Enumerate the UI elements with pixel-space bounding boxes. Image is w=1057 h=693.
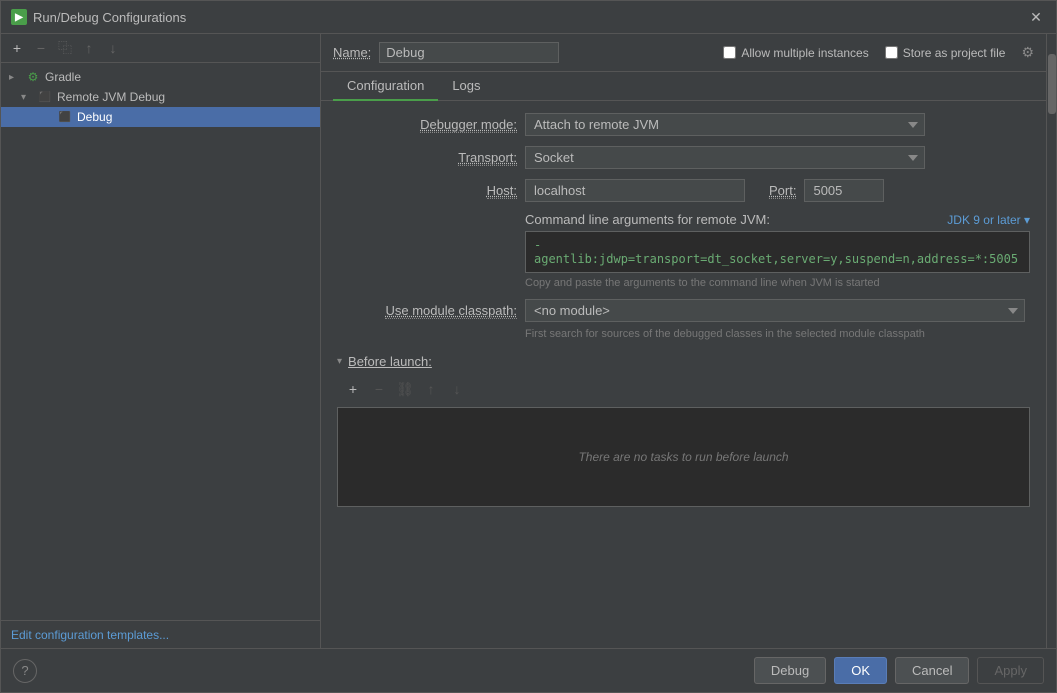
- allow-multiple-label: Allow multiple instances: [741, 46, 868, 60]
- host-input[interactable]: [525, 179, 745, 202]
- remove-config-button[interactable]: −: [31, 38, 51, 58]
- store-settings-icon[interactable]: ⚙: [1021, 44, 1034, 61]
- right-scrollbar[interactable]: [1046, 34, 1056, 648]
- allow-multiple-checkbox[interactable]: [723, 46, 736, 59]
- allow-multiple-option[interactable]: Allow multiple instances: [723, 46, 868, 60]
- module-classpath-hint: First search for sources of the debugged…: [525, 328, 1030, 340]
- tabs-bar: Configuration Logs: [321, 72, 1046, 101]
- app-icon: ▶: [11, 9, 27, 25]
- before-launch-down-button[interactable]: ↓: [447, 379, 467, 399]
- ok-button[interactable]: OK: [834, 657, 887, 684]
- transport-select[interactable]: Socket: [525, 146, 925, 169]
- move-down-button[interactable]: ↓: [103, 38, 123, 58]
- before-launch-add-button[interactable]: +: [343, 379, 363, 399]
- add-config-button[interactable]: +: [7, 38, 27, 58]
- sidebar-toolbar: + − ⿻ ↑ ↓: [1, 34, 320, 63]
- sidebar: + − ⿻ ↑ ↓ ▸ ⚙ Gradle ▾ ⬛ Remote JVM Debu…: [1, 34, 321, 648]
- before-launch-section: ▾ Before launch: + − ⛓ ↑ ↓ There are no …: [337, 354, 1030, 507]
- jdk-version-link[interactable]: JDK 9 or later ▾: [947, 213, 1030, 227]
- transport-control: Socket: [525, 146, 925, 169]
- port-label: Port:: [769, 183, 796, 198]
- title-bar-left: ▶ Run/Debug Configurations: [11, 9, 186, 25]
- configuration-panel: Debugger mode: Attach to remote JVM Tran…: [321, 101, 1046, 648]
- main-content: + − ⿻ ↑ ↓ ▸ ⚙ Gradle ▾ ⬛ Remote JVM Debu…: [1, 34, 1056, 648]
- edit-templates-link[interactable]: Edit configuration templates...: [11, 628, 169, 642]
- action-buttons: Debug OK Cancel Apply: [754, 657, 1044, 684]
- name-row: Name:: [333, 42, 559, 63]
- before-launch-list: There are no tasks to run before launch: [337, 407, 1030, 507]
- remote-jvm-icon: ⬛: [37, 89, 53, 105]
- module-classpath-label: Use module classpath:: [337, 303, 517, 318]
- store-as-project-option[interactable]: Store as project file: [885, 46, 1006, 60]
- move-up-button[interactable]: ↑: [79, 38, 99, 58]
- before-launch-up-button[interactable]: ↑: [421, 379, 441, 399]
- store-as-project-checkbox[interactable]: [885, 46, 898, 59]
- debugger-mode-control: Attach to remote JVM: [525, 113, 925, 136]
- module-classpath-control: <no module>: [525, 299, 1025, 322]
- tab-configuration[interactable]: Configuration: [333, 72, 438, 101]
- port-input[interactable]: [804, 179, 884, 202]
- host-label: Host:: [337, 183, 517, 198]
- gradle-icon: ⚙: [25, 69, 41, 85]
- cmd-args-label: Command line arguments for remote JVM:: [525, 212, 770, 227]
- cmd-args-hint: Copy and paste the arguments to the comm…: [525, 277, 1030, 289]
- debugger-mode-label: Debugger mode:: [337, 117, 517, 132]
- title-bar: ▶ Run/Debug Configurations ✕: [1, 1, 1056, 34]
- sidebar-label-remote-jvm: Remote JVM Debug: [57, 90, 165, 104]
- collapse-arrow-icon: ▾: [337, 356, 342, 367]
- help-button[interactable]: ?: [13, 659, 37, 683]
- sidebar-label-debug: Debug: [77, 110, 112, 124]
- expand-arrow-gradle: ▸: [9, 72, 21, 83]
- module-classpath-row: Use module classpath: <no module>: [337, 299, 1030, 322]
- name-input[interactable]: [379, 42, 559, 63]
- before-launch-header[interactable]: ▾ Before launch:: [337, 354, 1030, 369]
- debug-button[interactable]: Debug: [754, 657, 826, 684]
- expand-arrow-remote-jvm: ▾: [21, 92, 33, 103]
- apply-button[interactable]: Apply: [977, 657, 1044, 684]
- debugger-mode-row: Debugger mode: Attach to remote JVM: [337, 113, 1030, 136]
- run-debug-configurations-dialog: ▶ Run/Debug Configurations ✕ + − ⿻ ↑ ↓ ▸…: [0, 0, 1057, 693]
- transport-label: Transport:: [337, 150, 517, 165]
- sidebar-tree: ▸ ⚙ Gradle ▾ ⬛ Remote JVM Debug ▸ ⬛ Debu…: [1, 63, 320, 620]
- header-options: Allow multiple instances Store as projec…: [723, 44, 1034, 61]
- debugger-mode-select[interactable]: Attach to remote JVM: [525, 113, 925, 136]
- before-launch-empty-message: There are no tasks to run before launch: [578, 450, 788, 464]
- before-launch-toolbar: + − ⛓ ↑ ↓: [337, 375, 1030, 403]
- close-button[interactable]: ✕: [1026, 7, 1046, 27]
- before-launch-title: Before launch:: [348, 354, 432, 369]
- before-launch-link-button[interactable]: ⛓: [395, 379, 415, 399]
- scrollbar-thumb[interactable]: [1048, 54, 1056, 114]
- sidebar-item-gradle[interactable]: ▸ ⚙ Gradle: [1, 67, 320, 87]
- host-port-row: Host: Port:: [337, 179, 1030, 202]
- transport-row: Transport: Socket: [337, 146, 1030, 169]
- debug-item-icon: ⬛: [57, 109, 73, 125]
- dialog-title: Run/Debug Configurations: [33, 10, 186, 25]
- cancel-button[interactable]: Cancel: [895, 657, 969, 684]
- name-field-label: Name:: [333, 45, 371, 60]
- store-as-project-label: Store as project file: [903, 46, 1006, 60]
- sidebar-item-debug[interactable]: ▸ ⬛ Debug: [1, 107, 320, 127]
- before-launch-remove-button[interactable]: −: [369, 379, 389, 399]
- tab-logs[interactable]: Logs: [438, 72, 494, 101]
- sidebar-item-remote-jvm[interactable]: ▾ ⬛ Remote JVM Debug: [1, 87, 320, 107]
- cmd-args-box: -agentlib:jdwp=transport=dt_socket,serve…: [525, 231, 1030, 273]
- bottom-bar: ? Debug OK Cancel Apply: [1, 648, 1056, 692]
- sidebar-footer: Edit configuration templates...: [1, 620, 320, 648]
- right-panel: Name: Allow multiple instances Store as …: [321, 34, 1046, 648]
- sidebar-label-gradle: Gradle: [45, 70, 81, 84]
- config-header: Name: Allow multiple instances Store as …: [321, 34, 1046, 72]
- module-classpath-select[interactable]: <no module>: [525, 299, 1025, 322]
- copy-config-button[interactable]: ⿻: [55, 38, 75, 58]
- cmd-args-header: Command line arguments for remote JVM: J…: [525, 212, 1030, 227]
- cmd-args-value: -agentlib:jdwp=transport=dt_socket,serve…: [534, 238, 1018, 266]
